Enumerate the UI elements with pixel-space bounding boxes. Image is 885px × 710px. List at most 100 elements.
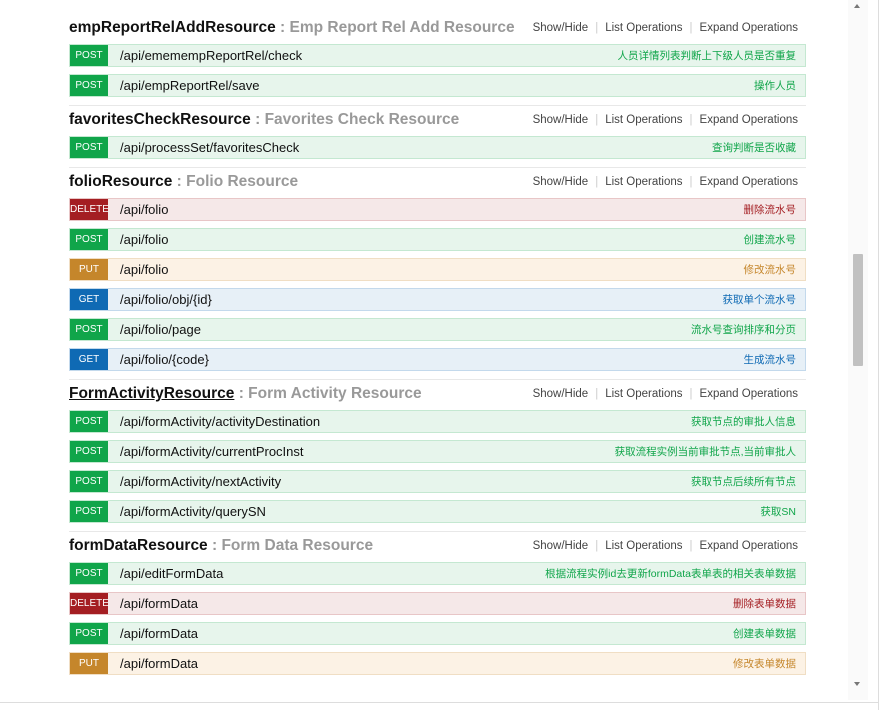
operation-row[interactable]: POST/api/editFormData 根据流程实例id去更新formData… [69, 562, 806, 585]
show-hide-link[interactable]: Show/Hide [526, 114, 596, 126]
operation-summary[interactable]: 生成流水号 [744, 352, 797, 367]
operation-path-link[interactable]: /api/ememempReportRel/check [120, 48, 302, 63]
http-method-badge[interactable]: DELETE [70, 199, 109, 220]
show-hide-link[interactable]: Show/Hide [526, 540, 596, 552]
list-operations-link[interactable]: List Operations [598, 114, 689, 126]
operation-summary[interactable]: 流水号查询排序和分页 [691, 322, 796, 337]
resource-name-link[interactable]: formDataResource [69, 537, 208, 554]
operation-row[interactable]: POST/api/formActivity/currentProcInst 获取流… [69, 440, 806, 463]
list-operations-link[interactable]: List Operations [598, 22, 689, 34]
operation-row[interactable]: DELETE/api/formData 删除表单数据 [69, 592, 806, 615]
http-method-badge[interactable]: POST [70, 137, 108, 158]
show-hide-link[interactable]: Show/Hide [526, 22, 596, 34]
resource-name-link[interactable]: favoritesCheckResource [69, 111, 251, 128]
http-method-badge[interactable]: PUT [70, 259, 108, 280]
http-method-badge[interactable]: GET [70, 349, 108, 370]
operation-path-link[interactable]: /api/formActivity/querySN [120, 504, 266, 519]
http-method-badge[interactable]: POST [70, 229, 108, 250]
operation-summary[interactable]: 获取SN [760, 504, 796, 519]
list-operations-link[interactable]: List Operations [598, 540, 689, 552]
operation-summary[interactable]: 操作人员 [754, 78, 796, 93]
http-method-badge[interactable]: POST [70, 623, 108, 644]
operation-row[interactable]: POST/api/folio 创建流水号 [69, 228, 806, 251]
expand-operations-link[interactable]: Expand Operations [693, 114, 798, 126]
http-method-badge[interactable]: PUT [70, 653, 108, 674]
operation-summary[interactable]: 人员详情列表判断上下级人员是否重复 [618, 48, 797, 63]
operation-row[interactable]: PUT/api/formData 修改表单数据 [69, 652, 806, 675]
operation-summary[interactable]: 删除表单数据 [733, 596, 796, 611]
operation-summary[interactable]: 查询判断是否收藏 [712, 140, 796, 155]
expand-operations-link[interactable]: Expand Operations [693, 22, 798, 34]
http-method-badge[interactable]: GET [70, 289, 108, 310]
resource-actions: Show/Hide | List Operations | Expand Operati… [526, 540, 806, 552]
operation-path-link[interactable]: /api/formActivity/nextActivity [120, 474, 281, 489]
operation-row[interactable]: GET/api/folio/{code} 生成流水号 [69, 348, 806, 371]
show-hide-link[interactable]: Show/Hide [526, 388, 596, 400]
resource-name-link[interactable]: FormActivityResource [69, 385, 234, 402]
resource-actions: Show/Hide | List Operations | Expand Operati… [526, 114, 806, 126]
operation-path-link[interactable]: /api/processSet/favoritesCheck [120, 140, 299, 155]
scrollbar-thumb[interactable] [853, 254, 863, 366]
resource-description: Form Data Resource [221, 537, 374, 554]
expand-operations-link[interactable]: Expand Operations [693, 388, 798, 400]
http-method-badge[interactable]: POST [70, 75, 108, 96]
resource-actions: Show/Hide | List Operations | Expand Operati… [526, 388, 806, 400]
operation-path-link[interactable]: /api/formActivity/activityDestination [120, 414, 320, 429]
http-method-badge[interactable]: POST [70, 319, 108, 340]
operation-row[interactable]: POST/api/formActivity/querySN 获取SN [69, 500, 806, 523]
http-method-badge[interactable]: DELETE [70, 593, 109, 614]
operation-summary[interactable]: 修改表单数据 [733, 656, 796, 671]
operation-path-link[interactable]: /api/folio/page [120, 322, 201, 337]
scroll-up-arrow-icon[interactable] [854, 4, 860, 8]
list-operations-link[interactable]: List Operations [598, 176, 689, 188]
operation-summary[interactable]: 创建流水号 [744, 232, 797, 247]
operation-row[interactable]: GET/api/folio/obj/{id} 获取单个流水号 [69, 288, 806, 311]
expand-operations-link[interactable]: Expand Operations [693, 176, 798, 188]
scroll-down-arrow-icon[interactable] [854, 682, 860, 686]
operation-path-link[interactable]: /api/formData [120, 596, 198, 611]
operation-row[interactable]: DELETE/api/folio 删除流水号 [69, 198, 806, 221]
operation-path-link[interactable]: /api/empReportRel/save [120, 78, 259, 93]
operation-path-link[interactable]: /api/formData [120, 656, 198, 671]
operation-summary[interactable]: 获取流程实例当前审批节点,当前审批人 [615, 444, 796, 459]
show-hide-link[interactable]: Show/Hide [526, 176, 596, 188]
operation-path-link[interactable]: /api/folio [120, 232, 168, 247]
http-method-badge[interactable]: POST [70, 411, 108, 432]
resource-title: folioResource : Folio Resource [69, 173, 298, 191]
vertical-scrollbar[interactable] [848, 0, 868, 700]
operation-path-link[interactable]: /api/folio [120, 262, 168, 277]
operation-row[interactable]: POST/api/processSet/favoritesCheck 查询判断是否… [69, 136, 806, 159]
operation-row[interactable]: POST/api/folio/page 流水号查询排序和分页 [69, 318, 806, 341]
operation-summary[interactable]: 创建表单数据 [733, 626, 796, 641]
operation-path-link[interactable]: /api/folio/{code} [120, 352, 209, 367]
operation-summary[interactable]: 获取节点后续所有节点 [691, 474, 796, 489]
operation-path-link[interactable]: /api/editFormData [120, 566, 223, 581]
resource-header: folioResource : Folio Resource Show/Hide |… [69, 167, 806, 196]
operation-path-link[interactable]: /api/formData [120, 626, 198, 641]
http-method-badge[interactable]: POST [70, 441, 108, 462]
http-method-badge[interactable]: POST [70, 45, 108, 66]
list-operations-link[interactable]: List Operations [598, 388, 689, 400]
operation-row[interactable]: POST/api/formActivity/nextActivity 获取节点后续… [69, 470, 806, 493]
operation-path-link[interactable]: /api/formActivity/currentProcInst [120, 444, 304, 459]
http-method-badge[interactable]: POST [70, 471, 108, 492]
operation-row[interactable]: PUT/api/folio 修改流水号 [69, 258, 806, 281]
http-method-badge[interactable]: POST [70, 563, 108, 584]
operation-row[interactable]: POST/api/formData 创建表单数据 [69, 622, 806, 645]
operation-summary[interactable]: 获取节点的审批人信息 [691, 414, 796, 429]
operation-summary[interactable]: 获取单个流水号 [723, 292, 797, 307]
operation-row[interactable]: POST/api/ememempReportRel/check 人员详情列表判断上… [69, 44, 806, 67]
resource-name-link[interactable]: empReportRelAddResource [69, 19, 276, 36]
operation-summary[interactable]: 修改流水号 [744, 262, 797, 277]
http-method-badge[interactable]: POST [70, 501, 108, 522]
resource-title: favoritesCheckResource : Favorites Check… [69, 111, 459, 129]
resource-separator: : [250, 111, 265, 128]
operation-summary[interactable]: 根据流程实例id去更新formData表单表的相关表单数据 [545, 566, 796, 581]
resource-name-link[interactable]: folioResource [69, 173, 172, 190]
operation-row[interactable]: POST/api/empReportRel/save 操作人员 [69, 74, 806, 97]
operation-path-link[interactable]: /api/folio/obj/{id} [120, 292, 212, 307]
operation-path-link[interactable]: /api/folio [120, 202, 168, 217]
operation-summary[interactable]: 删除流水号 [744, 202, 797, 217]
operation-row[interactable]: POST/api/formActivity/activityDestinatio… [69, 410, 806, 433]
expand-operations-link[interactable]: Expand Operations [693, 540, 798, 552]
